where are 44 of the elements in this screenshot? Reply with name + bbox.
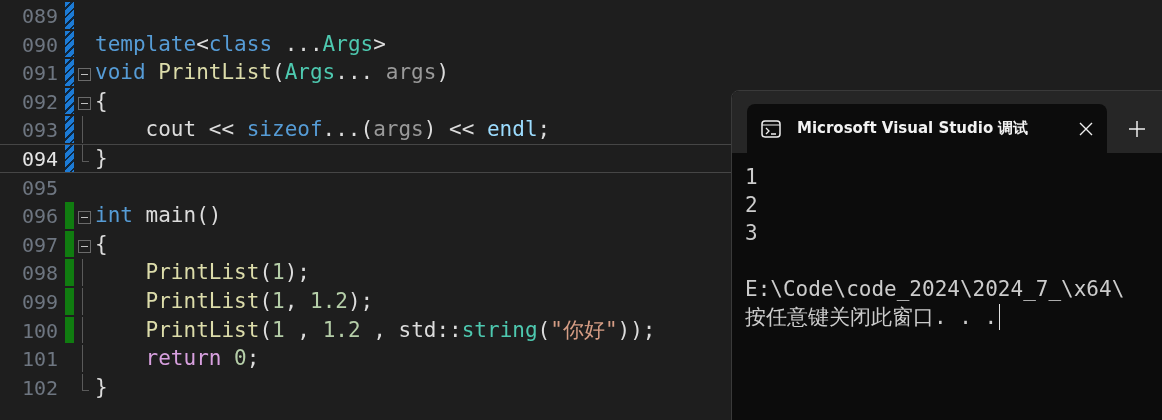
code-line: void PrintList(Args... args) [95, 59, 450, 86]
tab-title: Microsoft Visual Studio 调试 [797, 119, 1030, 138]
collapse-icon[interactable] [78, 239, 91, 253]
code-line: int main() [95, 202, 222, 229]
output-line: E:\Code\code_2024\2024_7_\x64\ [745, 276, 1125, 303]
fold-end-line [82, 144, 89, 162]
collapse-icon[interactable] [78, 211, 91, 225]
output-line: 1 [745, 164, 758, 191]
line-number: 090 [20, 31, 58, 58]
code-line: } [95, 373, 108, 401]
fold-line [82, 116, 83, 143]
line-number: 095 [20, 174, 58, 201]
collapse-icon[interactable] [78, 96, 91, 110]
code-line: } [95, 144, 108, 172]
code-line: { [95, 230, 108, 258]
plus-icon[interactable] [1129, 120, 1145, 137]
line-number: 089 [20, 3, 58, 29]
line-number: 091 [20, 60, 58, 86]
close-icon[interactable] [1079, 121, 1093, 136]
line-number: 092 [20, 88, 58, 115]
collapse-icon[interactable] [78, 68, 91, 82]
line-number: 099 [20, 288, 58, 315]
code-line: return 0; [144, 345, 260, 372]
code-line: { [95, 87, 108, 115]
console-icon [761, 119, 781, 138]
line-number: 096 [20, 203, 58, 229]
line-number: 100 [20, 317, 58, 344]
code-line: cout << sizeof...(args) << endl; [144, 116, 551, 143]
fold-end-line [82, 373, 89, 391]
line-number: 093 [20, 117, 58, 143]
line-number: 102 [20, 374, 58, 401]
code-line: template<class ...Args> [95, 30, 386, 58]
terminal-tab[interactable]: Microsoft Visual Studio 调试 [747, 104, 1107, 153]
line-number: 097 [20, 231, 58, 258]
code-line: PrintList(1 , 1.2 , std::string("你好")); [144, 316, 656, 344]
line-number: 101 [20, 346, 58, 372]
text-cursor [999, 304, 1001, 330]
line-number: 098 [20, 260, 58, 286]
output-line: 按任意键关闭此窗口. . . [745, 304, 998, 331]
code-line: PrintList(1); [144, 259, 310, 286]
output-line: 3 [745, 220, 758, 247]
code-line: PrintList(1, 1.2); [144, 287, 374, 315]
output-line: 2 [745, 192, 758, 219]
line-number: 094 [20, 145, 58, 172]
